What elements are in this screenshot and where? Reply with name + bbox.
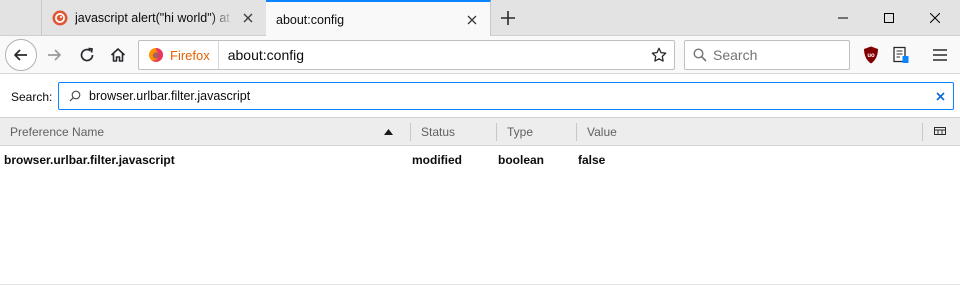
plus-icon: [501, 11, 515, 25]
column-header-preference-name[interactable]: Preference Name: [0, 118, 410, 146]
tab-duckduckgo[interactable]: javascript alert("hi world") at Du: [41, 0, 267, 36]
arrow-left-icon: [14, 49, 27, 61]
close-icon[interactable]: [464, 12, 480, 28]
column-header-status[interactable]: Status: [411, 118, 496, 146]
reader-extension-button[interactable]: [887, 41, 915, 69]
home-button[interactable]: [103, 40, 133, 70]
config-search-label: Search:: [11, 90, 53, 104]
extension-page-icon: [893, 46, 909, 63]
column-picker-button[interactable]: [928, 124, 952, 140]
config-search-box[interactable]: [58, 82, 954, 110]
clear-search-button[interactable]: [927, 83, 953, 109]
tab-title: javascript alert("hi world") at Du: [75, 11, 234, 25]
url-text[interactable]: about:config: [228, 47, 644, 63]
pref-name-cell: browser.urlbar.filter.javascript: [4, 153, 175, 167]
forward-button[interactable]: [39, 40, 69, 70]
close-icon: [930, 13, 940, 23]
identity-label: Firefox: [170, 47, 210, 63]
app-menu-button[interactable]: [926, 41, 954, 69]
identity-box[interactable]: Firefox: [139, 41, 219, 69]
url-bar[interactable]: Firefox about:config: [138, 40, 675, 70]
ublock-shield-icon: uo: [864, 46, 878, 64]
window-close-button[interactable]: [912, 0, 958, 36]
svg-text:uo: uo: [867, 53, 875, 59]
column-picker-icon: [934, 127, 946, 135]
star-icon: [651, 47, 667, 62]
back-button[interactable]: [5, 39, 37, 71]
firefox-logo-icon: [149, 48, 163, 62]
maximize-icon: [884, 13, 894, 23]
arrow-right-icon: [48, 49, 61, 61]
pref-value-cell: false: [578, 153, 606, 167]
tab-title: about:config: [276, 12, 345, 27]
tab-strip: javascript alert("hi world") at Du about…: [0, 0, 960, 37]
bookmark-star-button[interactable]: [644, 41, 674, 69]
pref-type-cell: boolean: [498, 153, 545, 167]
hamburger-menu-icon: [933, 49, 947, 61]
column-header-value[interactable]: Value: [577, 118, 922, 146]
sort-ascending-icon: [384, 129, 393, 135]
search-icon: [69, 90, 81, 102]
tab-about-config[interactable]: about:config: [266, 0, 491, 37]
preferences-tree[interactable]: Preference Name Status Type Value browse…: [0, 117, 960, 287]
close-icon: [935, 91, 945, 101]
table-row[interactable]: browser.urlbar.filter.javascript modifie…: [0, 150, 960, 170]
tree-header: Preference Name Status Type Value: [0, 118, 960, 146]
reload-button[interactable]: [72, 40, 102, 70]
column-separator: [922, 123, 923, 141]
reload-icon: [80, 47, 94, 62]
navigation-toolbar: Firefox about:config uo: [0, 36, 960, 74]
new-tab-button[interactable]: [495, 6, 521, 30]
search-input[interactable]: [713, 47, 843, 63]
tree-bottom-border: [0, 284, 960, 285]
maximize-button[interactable]: [866, 0, 912, 36]
ublock-origin-button[interactable]: uo: [857, 41, 885, 69]
pref-status-cell: modified: [412, 153, 462, 167]
duckduckgo-icon: [52, 10, 68, 26]
config-search-input[interactable]: [89, 89, 927, 103]
search-bar[interactable]: [684, 40, 850, 70]
home-icon: [110, 48, 126, 62]
minimize-button[interactable]: [820, 0, 866, 36]
minimize-icon: [838, 17, 848, 19]
close-icon[interactable]: [240, 10, 256, 26]
config-search-area: Search:: [0, 75, 960, 117]
search-icon: [693, 48, 707, 62]
column-header-type[interactable]: Type: [497, 118, 576, 146]
